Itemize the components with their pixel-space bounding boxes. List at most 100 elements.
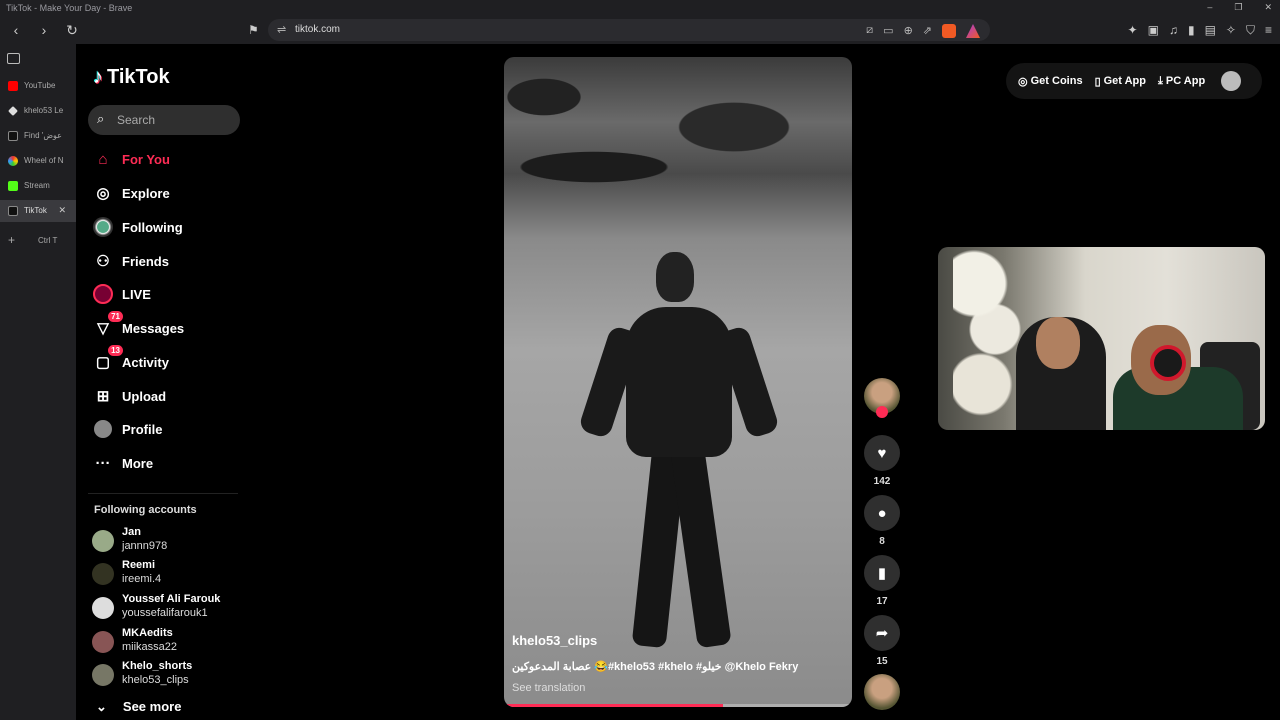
leo-ai-icon[interactable]: ✧ <box>1226 23 1236 38</box>
messages-badge: 71 <box>108 311 123 322</box>
youtube-favicon-icon <box>8 81 18 91</box>
video-background <box>504 57 852 197</box>
save-button[interactable]: ▮ <box>864 555 900 591</box>
url-actions: ⧄ ▭ ⊕ ⇗ <box>866 24 980 38</box>
cast-icon[interactable]: ▭ <box>883 24 893 38</box>
video-username[interactable]: khelo53_clips <box>512 633 597 648</box>
profile-icon <box>93 419 113 439</box>
window-title: TikTok - Make Your Day - Brave <box>6 3 133 13</box>
messages-icon: ▽ 71 <box>93 311 123 338</box>
video-actions: ♥ 142 ● 8 ▮ 17 ➦ 15 <box>864 378 900 710</box>
video-progress-bar[interactable] <box>504 704 852 707</box>
video-description: عصابة المدعوكين 😂#khelo53 #khelo #خيلو @… <box>512 661 799 673</box>
tab-khelo53[interactable]: khelo53 Le <box>0 100 76 122</box>
extensions-icon[interactable]: ✦ <box>1128 23 1138 38</box>
video-player[interactable]: khelo53_clips عصابة المدعوكين 😂#khelo53 … <box>504 57 852 707</box>
nav-for-you[interactable]: ⌂ For You <box>93 146 169 172</box>
share-arrow-icon: ➦ <box>875 625 889 642</box>
nav-friends[interactable]: ⚇ Friends <box>93 248 169 274</box>
tab-tiktok[interactable]: TikTok ✕ <box>0 200 76 222</box>
new-tab-button[interactable]: + Ctrl T <box>0 230 76 252</box>
activity-badge: 13 <box>108 345 123 356</box>
site-info-icon[interactable]: ⇌ <box>277 23 286 36</box>
tiktok-logo[interactable]: ♪ TikTok <box>93 66 170 89</box>
tiktok-sidebar: ♪ TikTok ⌕ Search ⌂ For You ◎ Explore Fo… <box>76 44 246 720</box>
headset-icon <box>1150 345 1186 381</box>
following-avatar-icon <box>93 217 113 237</box>
comment-button[interactable]: ● <box>864 495 900 531</box>
menu-icon[interactable]: ≡ <box>1265 23 1272 38</box>
search-icon: ⌕ <box>97 111 105 126</box>
close-tab-icon[interactable]: ✕ <box>58 205 66 216</box>
nav-live[interactable]: LIVE <box>93 281 151 307</box>
search-input[interactable]: ⌕ Search <box>88 105 240 135</box>
zoom-icon[interactable]: ⊕ <box>904 24 913 38</box>
sidebar-toggle-icon[interactable] <box>7 53 20 64</box>
nav-activity[interactable]: ▢ 13 Activity <box>93 345 169 375</box>
person-left-head <box>1036 317 1080 369</box>
creator-avatar[interactable] <box>864 378 900 418</box>
sidebar-icon[interactable]: ▮ <box>1188 23 1195 38</box>
brave-shields-icon[interactable] <box>942 24 956 38</box>
nav-buttons: ‹ › ↻ <box>8 22 80 39</box>
video-character <box>577 252 781 672</box>
like-button[interactable]: ♥ <box>864 435 900 471</box>
upload-icon: ⊞ <box>96 388 110 405</box>
see-more-button[interactable]: ⌄ See more <box>96 699 181 715</box>
flowers-decoration <box>953 247 1023 430</box>
nav-upload[interactable]: ⊞ Upload <box>93 383 166 409</box>
browser-toolbar: ‹ › ↻ ⚑ ⇌ tiktok.com ⧄ ▭ ⊕ ⇗ ✦ ▣ ♫ ▮ ▤ ✧… <box>0 16 1280 44</box>
chevron-down-icon: ⌄ <box>96 699 107 714</box>
more-icon: ··· <box>95 454 111 472</box>
vpn-icon[interactable]: ⛉ <box>1246 23 1255 38</box>
avatar <box>92 631 114 653</box>
tab-youtube[interactable]: YouTube <box>0 75 76 97</box>
nav-profile[interactable]: Profile <box>93 416 162 442</box>
bookmark-icon: ▮ <box>877 565 887 582</box>
translate-icon[interactable]: ⧄ <box>866 24 873 38</box>
avatar <box>92 664 114 686</box>
bookmark-icon[interactable]: ⚑ <box>248 23 259 37</box>
minimize-icon[interactable]: – <box>1207 2 1212 13</box>
top-actions: ◎ Get Coins ▯ Get App ⤓ PC App <box>1006 63 1262 99</box>
reload-icon[interactable]: ↻ <box>64 22 80 39</box>
following-accounts-title: Following accounts <box>94 504 197 516</box>
pc-app-button[interactable]: ⤓ PC App <box>1158 75 1205 88</box>
avatar <box>92 597 114 619</box>
live-icon <box>93 284 113 304</box>
nav-following[interactable]: Following <box>93 214 183 240</box>
brave-rewards-icon[interactable] <box>966 24 980 38</box>
comment-count: 8 <box>879 536 885 547</box>
tab-search-icon[interactable]: ▣ <box>1148 23 1159 38</box>
follow-plus-icon[interactable] <box>876 406 888 418</box>
window-controls: – ❐ ✕ <box>1207 2 1272 13</box>
avatar <box>92 563 114 585</box>
like-count: 142 <box>873 476 891 487</box>
tab-stream[interactable]: Stream <box>0 175 76 197</box>
nav-messages[interactable]: ▽ 71 Messages <box>93 311 184 341</box>
plus-icon: + <box>8 233 16 247</box>
media-icon[interactable]: ♫ <box>1169 23 1178 38</box>
see-translation-link[interactable]: See translation <box>512 682 585 694</box>
share-icon[interactable]: ⇗ <box>923 24 932 38</box>
close-window-icon[interactable]: ✕ <box>1264 2 1272 13</box>
tab-find[interactable]: Find 'عوض <box>0 125 76 147</box>
get-app-button[interactable]: ▯ Get App <box>1095 75 1146 88</box>
comment-icon: ● <box>877 504 887 522</box>
address-bar[interactable]: ⇌ tiktok.com ⧄ ▭ ⊕ ⇗ <box>268 19 990 41</box>
wallet-icon[interactable]: ▤ <box>1205 23 1216 38</box>
get-coins-button[interactable]: ◎ Get Coins <box>1018 75 1083 88</box>
wheel-favicon-icon <box>8 156 18 166</box>
restore-icon[interactable]: ❐ <box>1234 2 1242 13</box>
nav-explore[interactable]: ◎ Explore <box>93 180 169 206</box>
tab-wheel[interactable]: Wheel of N <box>0 150 76 172</box>
back-icon[interactable]: ‹ <box>8 22 24 39</box>
music-disc-avatar[interactable] <box>864 674 900 710</box>
forward-icon[interactable]: › <box>36 22 52 39</box>
user-avatar[interactable] <box>1221 71 1242 91</box>
share-count: 15 <box>876 656 888 667</box>
activity-icon: ▢ 13 <box>93 345 123 372</box>
nav-more[interactable]: ··· More <box>93 450 154 476</box>
share-button[interactable]: ➦ <box>864 615 900 651</box>
webcam-overlay <box>938 247 1265 430</box>
